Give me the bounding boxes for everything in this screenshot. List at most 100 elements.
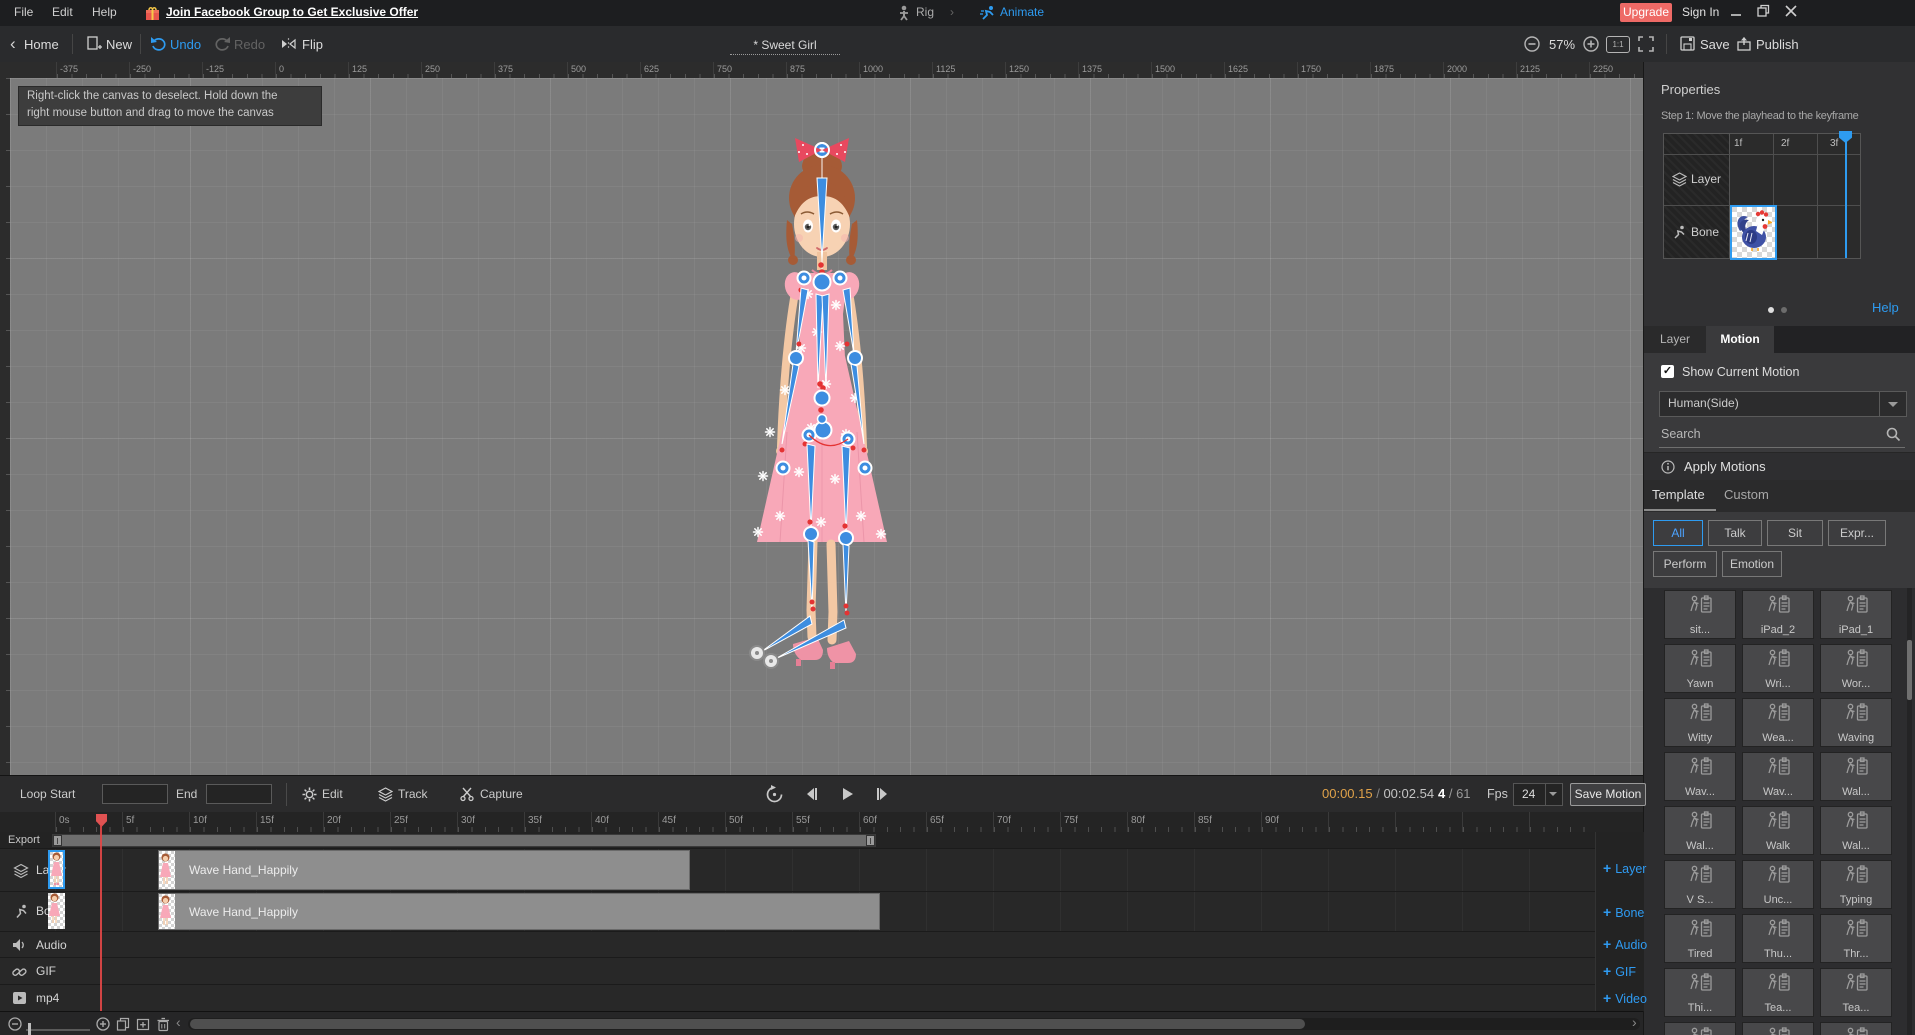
show-current-motion-checkbox[interactable]: ✓: [1661, 365, 1674, 378]
motion-item[interactable]: Witty: [1664, 698, 1736, 747]
motion-item[interactable]: Yawn: [1664, 644, 1736, 693]
add-bone-button[interactable]: +Bone: [1603, 904, 1644, 920]
help-link[interactable]: Help: [1872, 300, 1899, 315]
export-range-start-handle[interactable]: [53, 835, 62, 846]
add-video-button[interactable]: +Video: [1603, 990, 1647, 1006]
motion-item[interactable]: V S...: [1664, 860, 1736, 909]
zoom-in-icon[interactable]: [1583, 36, 1600, 58]
search-icon[interactable]: [1886, 427, 1901, 447]
timeline-hscrollbar[interactable]: [188, 1018, 1640, 1030]
page-dot-active[interactable]: [1768, 307, 1774, 313]
layer-motion-clip[interactable]: Wave Hand_Happily: [158, 850, 690, 890]
motion-item[interactable]: Wea...: [1742, 698, 1814, 747]
menu-edit[interactable]: Edit: [52, 5, 73, 19]
add-gif-button[interactable]: +GIF: [1603, 963, 1636, 979]
track-button[interactable]: Track: [398, 787, 428, 801]
flip-button[interactable]: Flip: [302, 37, 323, 52]
motion-item[interactable]: Thu...: [1742, 914, 1814, 963]
motion-item[interactable]: Walk: [1742, 806, 1814, 855]
fps-dropdown-button[interactable]: [1545, 784, 1562, 805]
timeline-zoom-in-icon[interactable]: [96, 1017, 111, 1035]
mode-tab-animate[interactable]: Animate: [1000, 5, 1044, 19]
motion-item[interactable]: iPad_2: [1742, 590, 1814, 639]
add-frame-icon[interactable]: [136, 1017, 151, 1035]
new-button[interactable]: New: [106, 37, 132, 52]
motion-item[interactable]: Tired: [1664, 914, 1736, 963]
undo-button[interactable]: Undo: [170, 37, 201, 52]
grid-scrollbar[interactable]: [1907, 588, 1912, 1035]
zoom-out-icon[interactable]: [1524, 36, 1541, 58]
filter-sit[interactable]: Sit: [1767, 520, 1823, 546]
motion-item[interactable]: Wor...: [1820, 644, 1892, 693]
motion-item[interactable]: [1742, 1022, 1814, 1035]
motion-item[interactable]: iPad_1: [1820, 590, 1892, 639]
actual-size-button[interactable]: 1:1: [1606, 36, 1630, 53]
fps-dropdown[interactable]: 24: [1513, 783, 1563, 806]
export-range-bar[interactable]: [52, 834, 876, 847]
page-dot[interactable]: [1781, 307, 1787, 313]
motion-item[interactable]: [1820, 1022, 1892, 1035]
capture-button[interactable]: Capture: [480, 787, 523, 801]
timeline-zoom-slider[interactable]: [26, 1029, 90, 1031]
filter-expr[interactable]: Expr...: [1828, 520, 1886, 546]
motion-item[interactable]: Wav...: [1664, 752, 1736, 801]
sign-in-button[interactable]: Sign In: [1682, 5, 1719, 19]
motion-item[interactable]: Tea...: [1820, 968, 1892, 1017]
menu-file[interactable]: File: [14, 5, 33, 19]
motion-item[interactable]: [1664, 1022, 1736, 1035]
edit-button[interactable]: Edit: [322, 787, 343, 801]
motion-item[interactable]: Typing: [1820, 860, 1892, 909]
timeline-zoom-out-icon[interactable]: [8, 1017, 23, 1035]
motion-item[interactable]: sit...: [1664, 590, 1736, 639]
dropdown-button[interactable]: [1879, 392, 1906, 416]
minimize-button[interactable]: [1725, 4, 1747, 21]
trash-icon[interactable]: [156, 1017, 171, 1035]
mini-playhead-handle[interactable]: [1839, 131, 1852, 143]
motion-item[interactable]: Wal...: [1820, 806, 1892, 855]
export-range-end-handle[interactable]: [866, 835, 875, 846]
tab-layer[interactable]: Layer: [1644, 326, 1706, 353]
bone-track-thumbnail[interactable]: [48, 893, 65, 929]
filter-perform[interactable]: Perform: [1653, 551, 1717, 577]
loop-end-input[interactable]: [206, 784, 272, 804]
motion-preset-dropdown[interactable]: Human(Side): [1659, 391, 1907, 417]
fit-screen-icon[interactable]: [1638, 36, 1654, 57]
motion-item[interactable]: Thr...: [1820, 914, 1892, 963]
timeline-zoom-handle[interactable]: [28, 1023, 31, 1035]
timeline-hscrollbar-handle[interactable]: [190, 1019, 1305, 1029]
motion-item[interactable]: Wal...: [1820, 752, 1892, 801]
subtab-template[interactable]: Template: [1652, 487, 1705, 502]
filter-emotion[interactable]: Emotion: [1722, 551, 1782, 577]
filter-all[interactable]: All: [1653, 520, 1703, 546]
search-field[interactable]: Search: [1659, 423, 1905, 448]
motion-item[interactable]: Thi...: [1664, 968, 1736, 1017]
save-button[interactable]: Save: [1700, 37, 1730, 52]
close-button[interactable]: [1780, 4, 1802, 21]
menu-help[interactable]: Help: [92, 5, 117, 19]
motion-item[interactable]: Wal...: [1664, 806, 1736, 855]
upgrade-button[interactable]: Upgrade: [1620, 3, 1672, 22]
add-audio-button[interactable]: +Audio: [1603, 936, 1647, 952]
subtab-custom[interactable]: Custom: [1724, 487, 1769, 502]
scroll-right-chevron[interactable]: ›: [1632, 1014, 1637, 1030]
reset-playback-icon[interactable]: [765, 785, 784, 809]
mode-tab-rig[interactable]: Rig: [916, 5, 934, 19]
tab-motion[interactable]: Motion: [1706, 326, 1774, 353]
facebook-promo-link[interactable]: Join Facebook Group to Get Exclusive Off…: [166, 5, 418, 19]
bone-keyframe-thumbnail[interactable]: [1730, 205, 1777, 260]
motion-item[interactable]: Wav...: [1742, 752, 1814, 801]
play-icon[interactable]: [838, 785, 856, 808]
motion-item[interactable]: Tea...: [1742, 968, 1814, 1017]
motion-item[interactable]: Waving: [1820, 698, 1892, 747]
info-icon[interactable]: [1661, 460, 1676, 480]
duplicate-icon[interactable]: [116, 1017, 131, 1035]
save-motion-button[interactable]: Save Motion: [1570, 783, 1646, 806]
home-button[interactable]: Home: [24, 37, 59, 52]
add-layer-button[interactable]: +Layer: [1603, 860, 1646, 876]
publish-button[interactable]: Publish: [1756, 37, 1799, 52]
motion-item[interactable]: Wri...: [1742, 644, 1814, 693]
loop-start-input[interactable]: [102, 784, 168, 804]
grid-scrollbar-handle[interactable]: [1907, 640, 1912, 700]
layer-track-thumbnail[interactable]: [48, 850, 65, 889]
redo-button[interactable]: Redo: [234, 37, 265, 52]
